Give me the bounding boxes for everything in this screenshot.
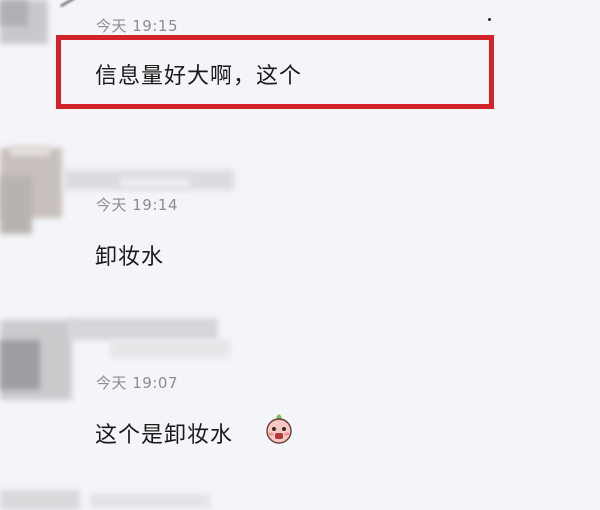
message-timestamp: 今天 19:14 bbox=[96, 196, 178, 214]
avatar-blurred bbox=[0, 0, 28, 26]
message-text[interactable]: 卸妆水 bbox=[95, 239, 164, 271]
more-dot-icon bbox=[488, 18, 491, 21]
message-timestamp: 今天 19:15 bbox=[96, 17, 178, 35]
message-timestamp: 今天 19:07 bbox=[96, 374, 178, 392]
sender-name-blurred bbox=[120, 178, 190, 188]
avatar-blurred bbox=[0, 490, 80, 510]
avatar-blurred bbox=[0, 340, 40, 390]
sender-name-blurred bbox=[110, 340, 230, 358]
message-text[interactable]: 这个是卸妆水 bbox=[95, 417, 233, 449]
peach-face-sticker-icon bbox=[266, 414, 292, 444]
sender-name-blurred bbox=[60, 0, 82, 16]
avatar-blurred bbox=[10, 146, 50, 156]
highlight-box bbox=[56, 35, 494, 109]
sender-name-blurred bbox=[68, 318, 218, 340]
avatar-blurred bbox=[0, 176, 32, 234]
